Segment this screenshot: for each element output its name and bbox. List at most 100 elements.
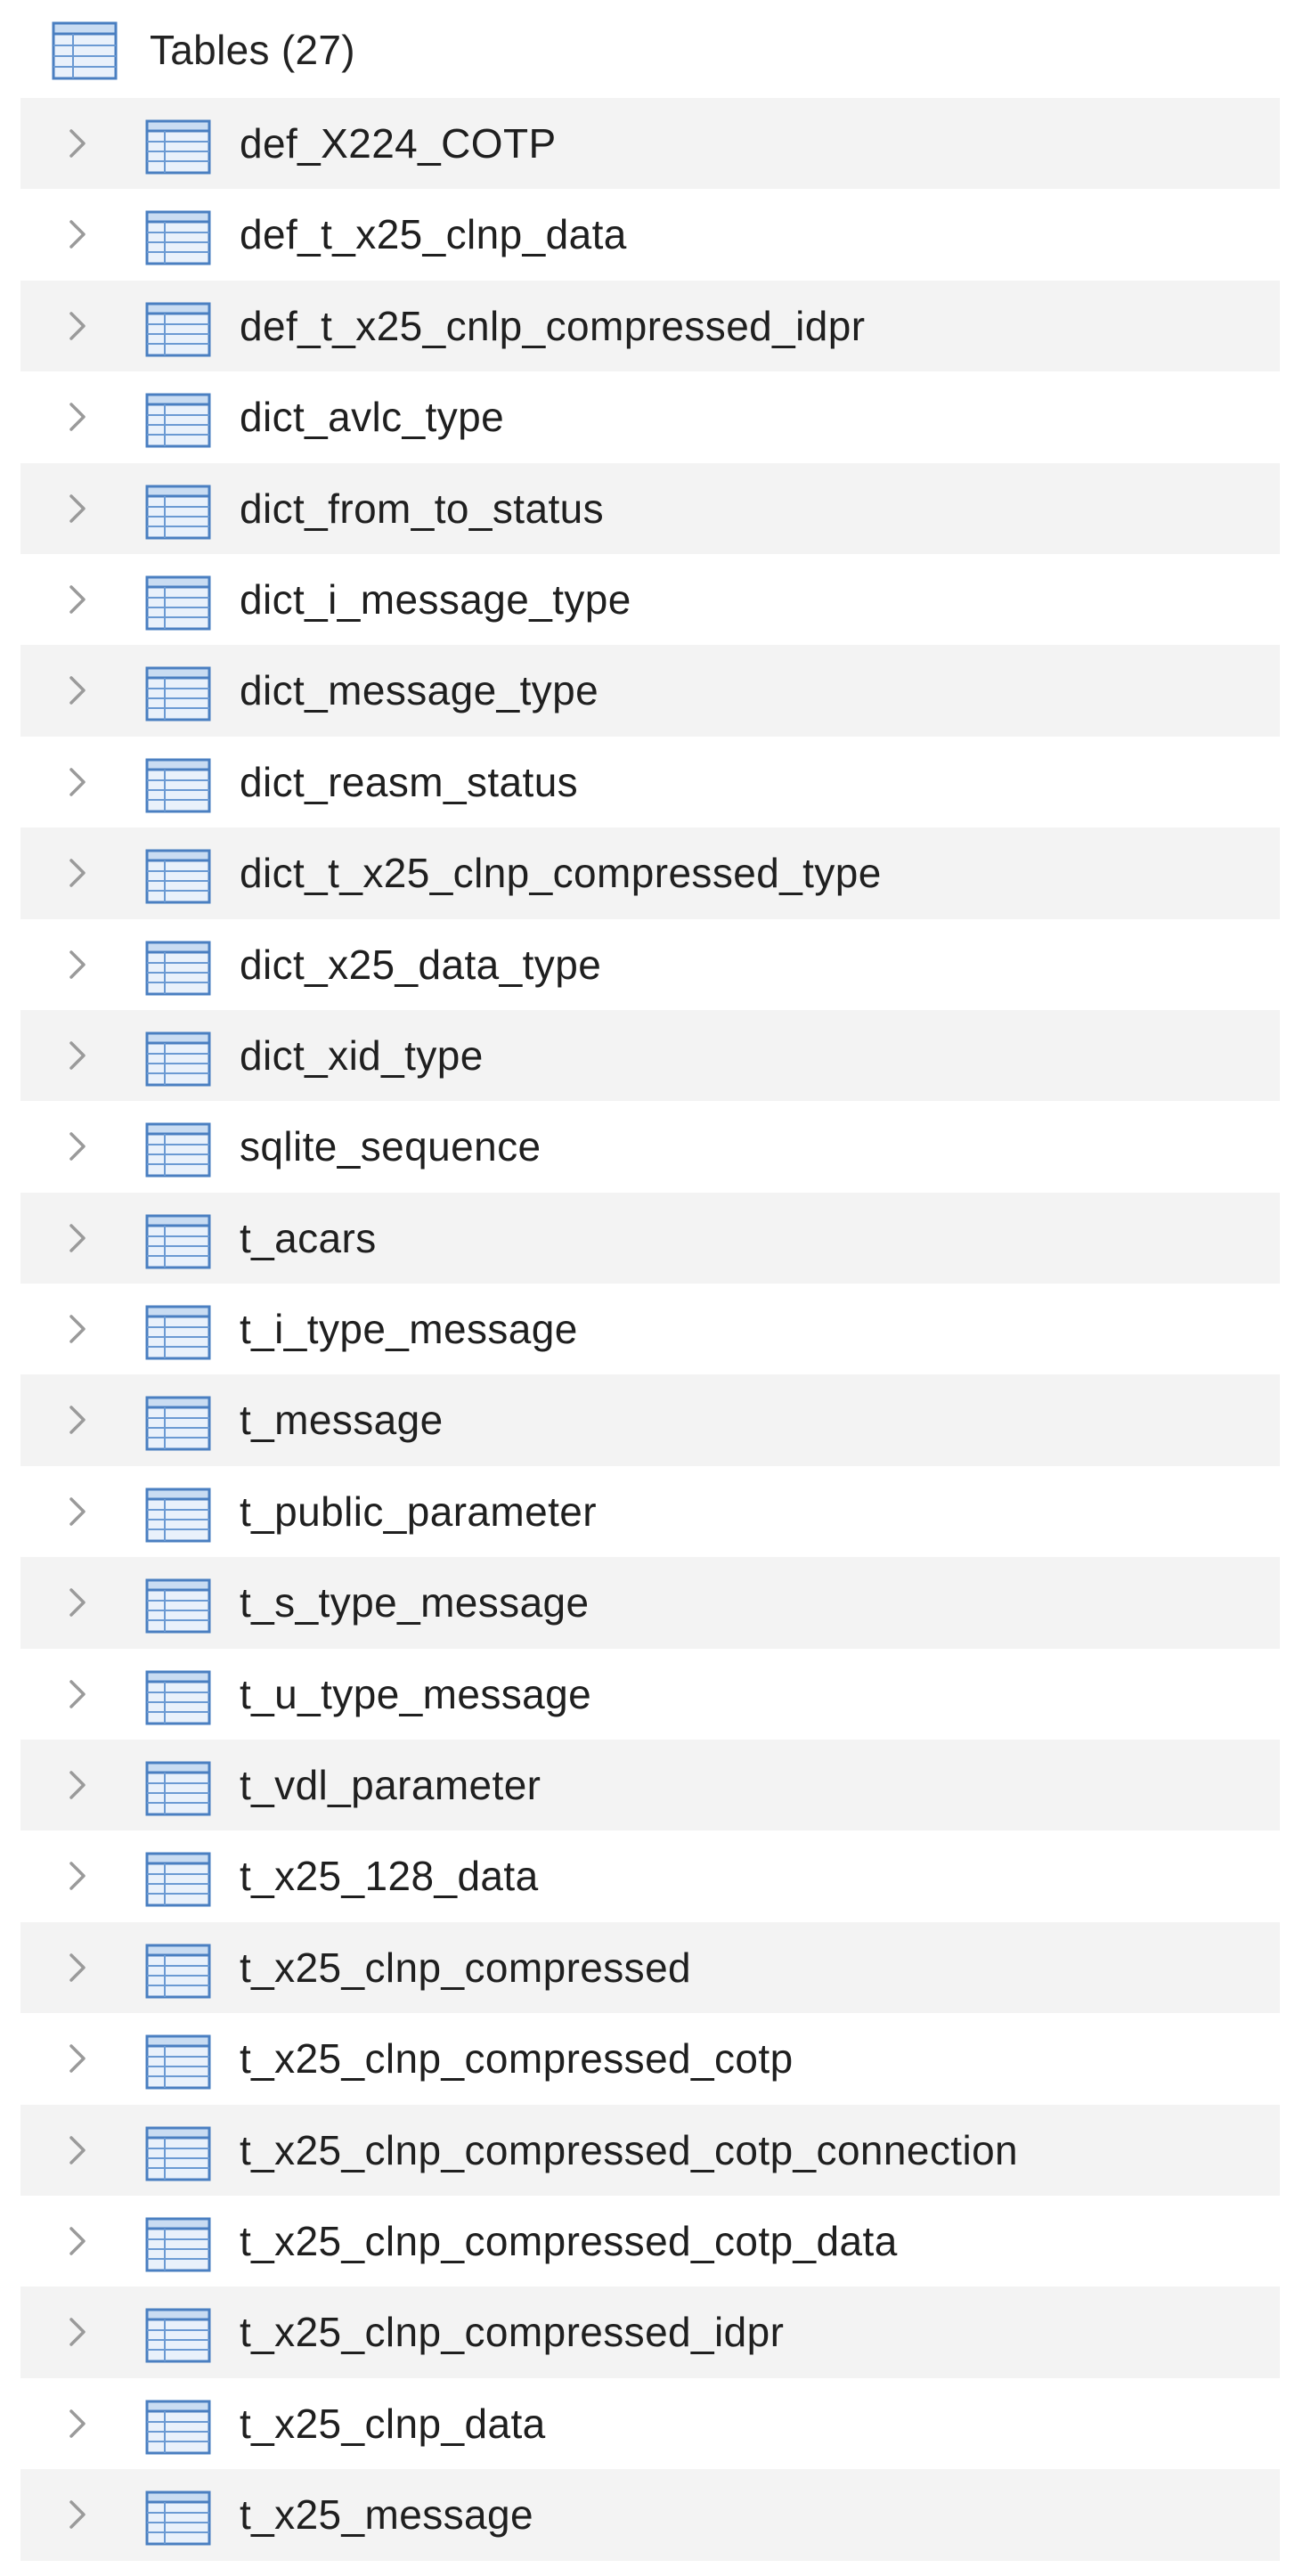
table-icon xyxy=(145,849,211,904)
table-row[interactable]: t_s_type_message xyxy=(20,1557,1280,1649)
chevron-right-icon[interactable] xyxy=(60,1193,95,1284)
chevron-right-icon[interactable] xyxy=(60,2378,95,2469)
table-icon xyxy=(145,1670,211,1725)
table-row[interactable]: dict_i_message_type xyxy=(20,554,1280,645)
tables-group-header[interactable]: Tables (27) xyxy=(0,0,1311,98)
table-icon xyxy=(145,1031,211,1087)
tables-group-label: Tables (27) xyxy=(150,27,355,73)
table-row[interactable]: sqlite_sequence xyxy=(20,1101,1280,1192)
table-row[interactable]: t_acars xyxy=(20,1192,1280,1284)
chevron-right-icon[interactable] xyxy=(60,98,95,189)
table-row[interactable]: t_x25_clnp_compressed_cotp_connection xyxy=(20,2104,1280,2196)
table-name: t_x25_clnp_compressed_cotp_connection xyxy=(240,2126,1019,2173)
table-icon xyxy=(52,21,118,80)
chevron-right-icon[interactable] xyxy=(60,737,95,827)
table-name: t_x25_clnp_compressed xyxy=(240,1944,692,1991)
chevron-right-icon[interactable] xyxy=(60,371,95,462)
table-name: t_x25_128_data xyxy=(240,1853,539,1900)
table-icon xyxy=(145,1396,211,1451)
chevron-right-icon[interactable] xyxy=(60,1466,95,1557)
chevron-right-icon[interactable] xyxy=(60,919,95,1010)
chevron-right-icon[interactable] xyxy=(60,1649,95,1740)
table-icon xyxy=(145,2217,211,2272)
table-row[interactable]: t_x25_clnp_compressed_cotp xyxy=(20,2013,1280,2104)
table-icon xyxy=(145,1944,211,1999)
table-icon xyxy=(145,1578,211,1634)
table-name: dict_message_type xyxy=(240,667,599,714)
table-icon xyxy=(145,302,211,357)
table-row[interactable]: dict_message_type xyxy=(20,645,1280,737)
table-row[interactable]: t_public_parameter xyxy=(20,1466,1280,1557)
table-row[interactable]: dict_t_x25_clnp_compressed_type xyxy=(20,827,1280,919)
chevron-right-icon[interactable] xyxy=(60,1557,95,1648)
table-name: t_x25_clnp_compressed_cotp_data xyxy=(240,2217,898,2264)
table-name: def_X224_COTP xyxy=(240,120,557,167)
chevron-right-icon[interactable] xyxy=(60,2469,95,2560)
table-row[interactable]: t_x25_128_data xyxy=(20,1830,1280,1921)
table-row[interactable]: def_t_x25_clnp_data xyxy=(20,189,1280,280)
table-icon xyxy=(145,666,211,721)
table-icon xyxy=(145,1761,211,1816)
table-name: t_message xyxy=(240,1397,444,1444)
table-row[interactable]: dict_reasm_status xyxy=(20,737,1280,827)
table-name: t_x25_message xyxy=(240,2491,533,2539)
table-name: t_x25_clnp_compressed_cotp xyxy=(240,2035,794,2083)
table-row[interactable]: t_x25_message xyxy=(20,2469,1280,2561)
table-row[interactable]: t_x25_clnp_data xyxy=(20,2378,1280,2469)
table-row[interactable]: dict_from_to_status xyxy=(20,462,1280,554)
chevron-right-icon[interactable] xyxy=(60,2196,95,2287)
table-name: dict_xid_type xyxy=(240,1031,484,1079)
table-icon xyxy=(145,1852,211,1907)
table-row[interactable]: dict_x25_data_type xyxy=(20,919,1280,1010)
table-icon xyxy=(145,485,211,540)
chevron-right-icon[interactable] xyxy=(60,463,95,554)
chevron-right-icon[interactable] xyxy=(60,2287,95,2377)
table-icon xyxy=(145,210,211,265)
table-icon xyxy=(145,758,211,813)
chevron-right-icon[interactable] xyxy=(60,1010,95,1101)
table-icon xyxy=(145,2490,211,2546)
table-row[interactable]: t_x25_clnp_compressed_cotp_data xyxy=(20,2196,1280,2287)
chevron-right-icon[interactable] xyxy=(60,1830,95,1921)
table-name: t_x25_clnp_data xyxy=(240,2400,546,2447)
table-name: t_acars xyxy=(240,1214,377,1261)
chevron-right-icon[interactable] xyxy=(60,2013,95,2104)
table-row[interactable]: t_x25_clnp_compressed xyxy=(20,1921,1280,2014)
table-row[interactable]: t_message xyxy=(20,1374,1280,1466)
table-icon xyxy=(145,941,211,996)
table-icon xyxy=(145,1305,211,1360)
table-name: def_t_x25_cnlp_compressed_idpr xyxy=(240,302,866,349)
chevron-right-icon[interactable] xyxy=(60,554,95,645)
table-name: def_t_x25_clnp_data xyxy=(240,211,627,258)
table-icon xyxy=(145,1122,211,1178)
table-row[interactable]: dict_xid_type xyxy=(20,1009,1280,1102)
table-name: dict_from_to_status xyxy=(240,485,605,532)
table-row[interactable]: dict_avlc_type xyxy=(20,371,1280,462)
table-row[interactable]: t_u_type_message xyxy=(20,1649,1280,1740)
table-row[interactable]: t_i_type_message xyxy=(20,1284,1280,1374)
table-icon xyxy=(145,119,211,175)
chevron-right-icon[interactable] xyxy=(60,1922,95,2013)
table-icon xyxy=(145,2308,211,2363)
table-row[interactable]: t_vdl_parameter xyxy=(20,1740,1280,1831)
chevron-right-icon[interactable] xyxy=(60,827,95,918)
table-name: t_u_type_message xyxy=(240,1670,592,1717)
chevron-right-icon[interactable] xyxy=(60,1101,95,1192)
table-icon xyxy=(145,2400,211,2455)
table-row[interactable]: def_t_x25_cnlp_compressed_idpr xyxy=(20,280,1280,372)
table-row[interactable]: def_X224_COTP xyxy=(20,98,1280,190)
table-icon xyxy=(145,393,211,448)
chevron-right-icon[interactable] xyxy=(60,281,95,371)
table-name: dict_avlc_type xyxy=(240,394,505,441)
tables-tree: Tables (27) def_X224_COTP def_t_x25_clnp_… xyxy=(0,0,1311,2561)
chevron-right-icon[interactable] xyxy=(60,189,95,280)
chevron-right-icon[interactable] xyxy=(60,1284,95,1374)
table-name: t_i_type_message xyxy=(240,1306,578,1353)
table-name: t_x25_clnp_compressed_idpr xyxy=(240,2309,785,2356)
chevron-right-icon[interactable] xyxy=(60,2105,95,2196)
table-name: dict_i_message_type xyxy=(240,575,631,623)
chevron-right-icon[interactable] xyxy=(60,1374,95,1465)
chevron-right-icon[interactable] xyxy=(60,645,95,736)
chevron-right-icon[interactable] xyxy=(60,1740,95,1830)
table-row[interactable]: t_x25_clnp_compressed_idpr xyxy=(20,2287,1280,2378)
